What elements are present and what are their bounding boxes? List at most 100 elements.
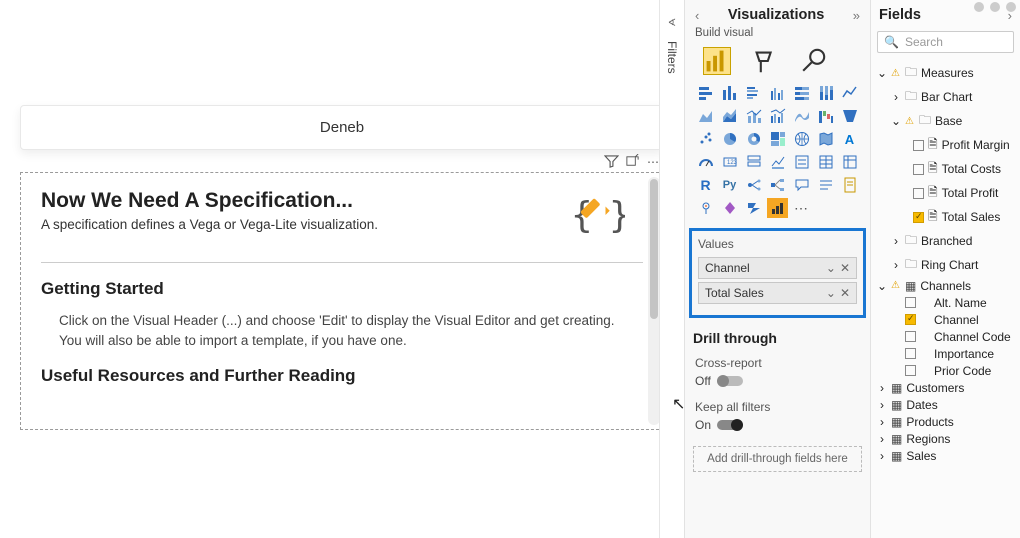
qa-visual-icon[interactable] [791,175,812,195]
hundred-column-icon[interactable] [815,83,836,103]
spec-pencil-icon: { } [569,187,625,251]
tree-channel[interactable]: Channel [877,311,1014,328]
ribbon-chart-icon[interactable] [791,106,812,126]
area-chart-icon[interactable] [695,106,716,126]
power-automate-icon[interactable] [743,198,764,218]
tree-prior-code[interactable]: Prior Code [877,362,1014,379]
format-visual-tab[interactable] [751,47,779,75]
tree-total-costs[interactable]: 🗎 Total Costs [877,157,1014,181]
tree-measures[interactable]: ⌄⚠🗀Measures [877,61,1014,85]
tree-bar-chart[interactable]: ›🗀Bar Chart [877,85,1014,109]
fields-search-input[interactable]: 🔍 Search [877,31,1014,53]
tree-total-sales[interactable]: 🗎 Total Sales [877,205,1014,229]
waterfall-icon[interactable] [815,106,836,126]
decomposition-tree-icon[interactable] [767,175,788,195]
deneb-visual-title: Deneb [20,105,664,150]
report-canvas[interactable]: Deneb ⋯ { } Now We Need A Specification.… [0,0,684,538]
filled-map-icon[interactable] [815,129,836,149]
smart-narrative-icon[interactable] [815,175,836,195]
cross-report-label: Cross-report [695,356,862,370]
line-stacked-column-icon[interactable] [743,106,764,126]
deneb-visual-body[interactable]: { } Now We Need A Specification... A spe… [20,172,664,430]
stacked-area-icon[interactable] [719,106,740,126]
filters-pane-collapsed[interactable]: ∢ Filters [659,0,684,538]
values-label: Values [698,237,857,251]
tree-channel-code[interactable]: Channel Code [877,328,1014,345]
analytics-tab[interactable] [799,47,827,75]
svg-text:}: } [609,195,625,236]
chevron-down-icon[interactable]: ⌄ [826,286,836,300]
table-icon[interactable] [815,152,836,172]
tree-alt-name[interactable]: Alt. Name [877,294,1014,311]
funnel-icon[interactable] [839,106,860,126]
slicer-icon[interactable] [791,152,812,172]
kpi-icon[interactable] [767,152,788,172]
visual-header-toolbar: ⋯ [10,153,668,170]
paginated-report-icon[interactable] [839,175,860,195]
fields-tree: ⌄⚠🗀Measures ›🗀Bar Chart ⌄⚠🗀Base 🗎 Profit… [877,61,1014,464]
values-field-well: Values Channel ⌄✕ Total Sales ⌄✕ [689,228,866,318]
tree-branched[interactable]: ›🗀Branched [877,229,1014,253]
build-visual-tab[interactable] [703,47,731,75]
card-icon[interactable]: 123 [719,152,740,172]
focus-mode-icon[interactable] [624,153,641,170]
fields-pane: Fields › 🔍 Search ⌄⚠🗀Measures ›🗀Bar Char… [870,0,1020,538]
svg-text:{: { [571,195,593,236]
donut-icon[interactable] [743,129,764,149]
expand-viz-icon[interactable]: » [853,8,860,23]
search-icon: 🔍 [884,35,899,49]
line-chart-icon[interactable] [839,83,860,103]
fields-title: Fields [879,7,921,23]
map-icon[interactable] [791,129,812,149]
tree-profit-margin[interactable]: 🗎 Profit Margin [877,133,1014,157]
chevron-down-icon[interactable]: ⌄ [826,261,836,275]
r-visual-icon[interactable]: R [695,175,716,195]
line-clustered-column-icon[interactable] [767,106,788,126]
tree-ring-chart[interactable]: ›🗀Ring Chart [877,253,1014,277]
python-visual-icon[interactable]: Py [719,175,740,195]
field-well-channel[interactable]: Channel ⌄✕ [698,257,857,279]
azure-map-icon[interactable]: A [839,129,860,149]
multirow-card-icon[interactable] [743,152,764,172]
scatter-icon[interactable] [695,129,716,149]
tree-total-profit[interactable]: 🗎 Total Profit [877,181,1014,205]
tree-products[interactable]: ›▦ Products [877,413,1014,430]
spec-subtext: A specification defines a Vega or Vega-L… [41,217,643,232]
pie-icon[interactable] [719,129,740,149]
filters-chevron-icon[interactable]: ∢ [668,18,676,29]
cross-report-toggle[interactable]: Off [695,374,862,388]
remove-field-icon[interactable]: ✕ [840,261,850,275]
stacked-bar-icon[interactable] [695,83,716,103]
spec-heading: Now We Need A Specification... [41,189,643,213]
get-more-visuals-icon[interactable]: ⋯ [791,198,812,218]
tree-sales[interactable]: ›▦ Sales [877,447,1014,464]
visualizations-title: Visualizations [728,7,824,23]
arcgis-icon[interactable] [695,198,716,218]
tree-importance[interactable]: Importance [877,345,1014,362]
drill-through-dropzone[interactable]: Add drill-through fields here [693,446,862,472]
gauge-icon[interactable] [695,152,716,172]
matrix-icon[interactable] [839,152,860,172]
filter-icon[interactable] [603,153,620,170]
tree-customers[interactable]: ›▦ Customers [877,379,1014,396]
tree-dates[interactable]: ›▦ Dates [877,396,1014,413]
tree-channels[interactable]: ⌄⚠▦Channels [877,277,1014,294]
power-apps-icon[interactable] [719,198,740,218]
hundred-bar-icon[interactable] [791,83,812,103]
key-influencers-icon[interactable] [743,175,764,195]
keep-filters-toggle[interactable]: On [695,418,862,432]
filters-label: Filters [665,41,679,74]
clustered-bar-icon[interactable] [743,83,764,103]
collapse-viz-icon[interactable]: ‹ [695,8,699,23]
drill-through-heading: Drill through [693,330,862,346]
remove-field-icon[interactable]: ✕ [840,286,850,300]
field-well-total-sales[interactable]: Total Sales ⌄✕ [698,282,857,304]
visualizations-pane: ‹ Visualizations » Build visual [684,0,870,538]
treemap-icon[interactable] [767,129,788,149]
clustered-column-icon[interactable] [767,83,788,103]
deneb-custom-visual-icon[interactable] [767,198,788,218]
tree-base[interactable]: ⌄⚠🗀Base [877,109,1014,133]
tree-regions[interactable]: ›▦ Regions [877,430,1014,447]
mouse-cursor-icon: ↖ [672,394,685,414]
stacked-column-icon[interactable] [719,83,740,103]
